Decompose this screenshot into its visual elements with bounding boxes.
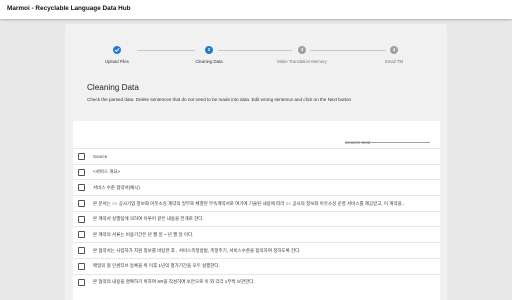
row-source-text[interactable]: 본 협약서는 사업자가 지원 정보를 바탕한 후 , 서비스측정방법, 측정주기… [93, 248, 436, 254]
step-email-tm[interactable]: 4 Email TM [354, 46, 434, 64]
step-label: Upload Files [105, 59, 129, 64]
instructions-text: Check the parsed data. Delete sentences … [87, 97, 352, 102]
step-label: Email TM [384, 59, 404, 64]
table-row[interactable]: 본 협약서는 사업자가 지원 정보를 바탕한 후 , 서비스측정방법, 측정주기… [73, 242, 440, 258]
app-title: Marmoi - Recyclable Language Data Hub [7, 5, 131, 12]
data-table-card: Source <서비스 개요> 서비스 수준 협약서(예시) 본 문서는 ○○ … [73, 121, 440, 300]
row-source-text[interactable]: <서비스 개요> [93, 169, 436, 175]
search-field[interactable] [345, 131, 430, 149]
table-row[interactable]: 본 계약의 서류는 비용기간은 년 월 일 ~ 년 월 일 이다. [73, 226, 440, 242]
page-title: Cleaning Data [87, 83, 139, 92]
row-checkbox[interactable] [78, 247, 85, 255]
row-source-text[interactable]: 매일의 협 인센티브 등록을 위 이후 1년의 평가기간을 모두 실행한다. [93, 263, 436, 269]
row-checkbox[interactable] [78, 200, 85, 208]
row-checkbox[interactable] [78, 215, 85, 223]
step-number: 2 [205, 46, 213, 54]
step-number: 4 [390, 46, 398, 54]
step-label: Cleaning Data [195, 59, 223, 64]
step-cleaning-data[interactable]: 2 Cleaning Data [169, 46, 249, 64]
row-source-text[interactable]: 본 계약의 서류는 비용기간은 년 월 일 ~ 년 월 일 이다. [93, 232, 436, 238]
column-header-source: Source [93, 153, 108, 159]
row-checkbox[interactable] [78, 184, 85, 192]
table-row[interactable]: 서비스 수준 협약서(예시) [73, 179, 440, 195]
row-checkbox[interactable] [78, 278, 85, 286]
table-header-row: Source [73, 148, 440, 164]
app-bar: Marmoi - Recyclable Language Data Hub [0, 0, 512, 19]
table-row[interactable]: 본 계약서 실행팀에 의하여 이루어 같은 내용을 전개로 한다. [73, 210, 440, 227]
data-table: Source <서비스 개요> 서비스 수준 협약서(예시) 본 문서는 ○○ … [73, 148, 440, 289]
row-source-text[interactable]: 본 계약서 실행팀에 의하여 이루어 같은 내용을 전개로 한다. [93, 216, 436, 222]
row-checkbox[interactable] [78, 231, 85, 239]
step-make-translation-memory[interactable]: 3 Make Translation Memory [262, 46, 342, 64]
table-row[interactable]: 본 문서는 ○○ 공사기업 정보화 아웃소싱 계약의 일부로 체결된 부속계약서… [73, 195, 440, 211]
step-number: 3 [298, 46, 306, 54]
row-source-text[interactable]: 본 협약의 내용을 명확하기 위하여 SR을 작성하여 보안으로 이 외 각각 … [93, 279, 436, 285]
table-row[interactable]: <서비스 개요> [73, 163, 440, 180]
search-input[interactable] [345, 138, 430, 149]
row-checkbox[interactable] [78, 262, 85, 270]
row-source-text[interactable]: 본 문서는 ○○ 공사기업 정보화 아웃소싱 계약의 일부로 체결된 부속계약서… [93, 201, 436, 207]
step-upload-files[interactable]: Upload Files [77, 46, 157, 64]
stepper: Upload Files 2 Cleaning Data 3 Make Tran… [65, 24, 447, 84]
main-panel: Upload Files 2 Cleaning Data 3 Make Tran… [65, 24, 447, 300]
table-row[interactable]: 매일의 협 인센티브 등록을 위 이후 1년의 평가기간을 모두 실행한다. [73, 257, 440, 274]
row-checkbox[interactable] [78, 168, 85, 176]
check-icon [113, 46, 121, 54]
select-all-checkbox[interactable] [78, 153, 85, 160]
step-label: Make Translation Memory [277, 59, 327, 64]
row-source-text[interactable]: 서비스 수준 협약서(예시) [93, 185, 436, 191]
table-row[interactable]: 본 협약의 내용을 명확하기 위하여 SR을 작성하여 보안으로 이 외 각각 … [73, 273, 440, 290]
